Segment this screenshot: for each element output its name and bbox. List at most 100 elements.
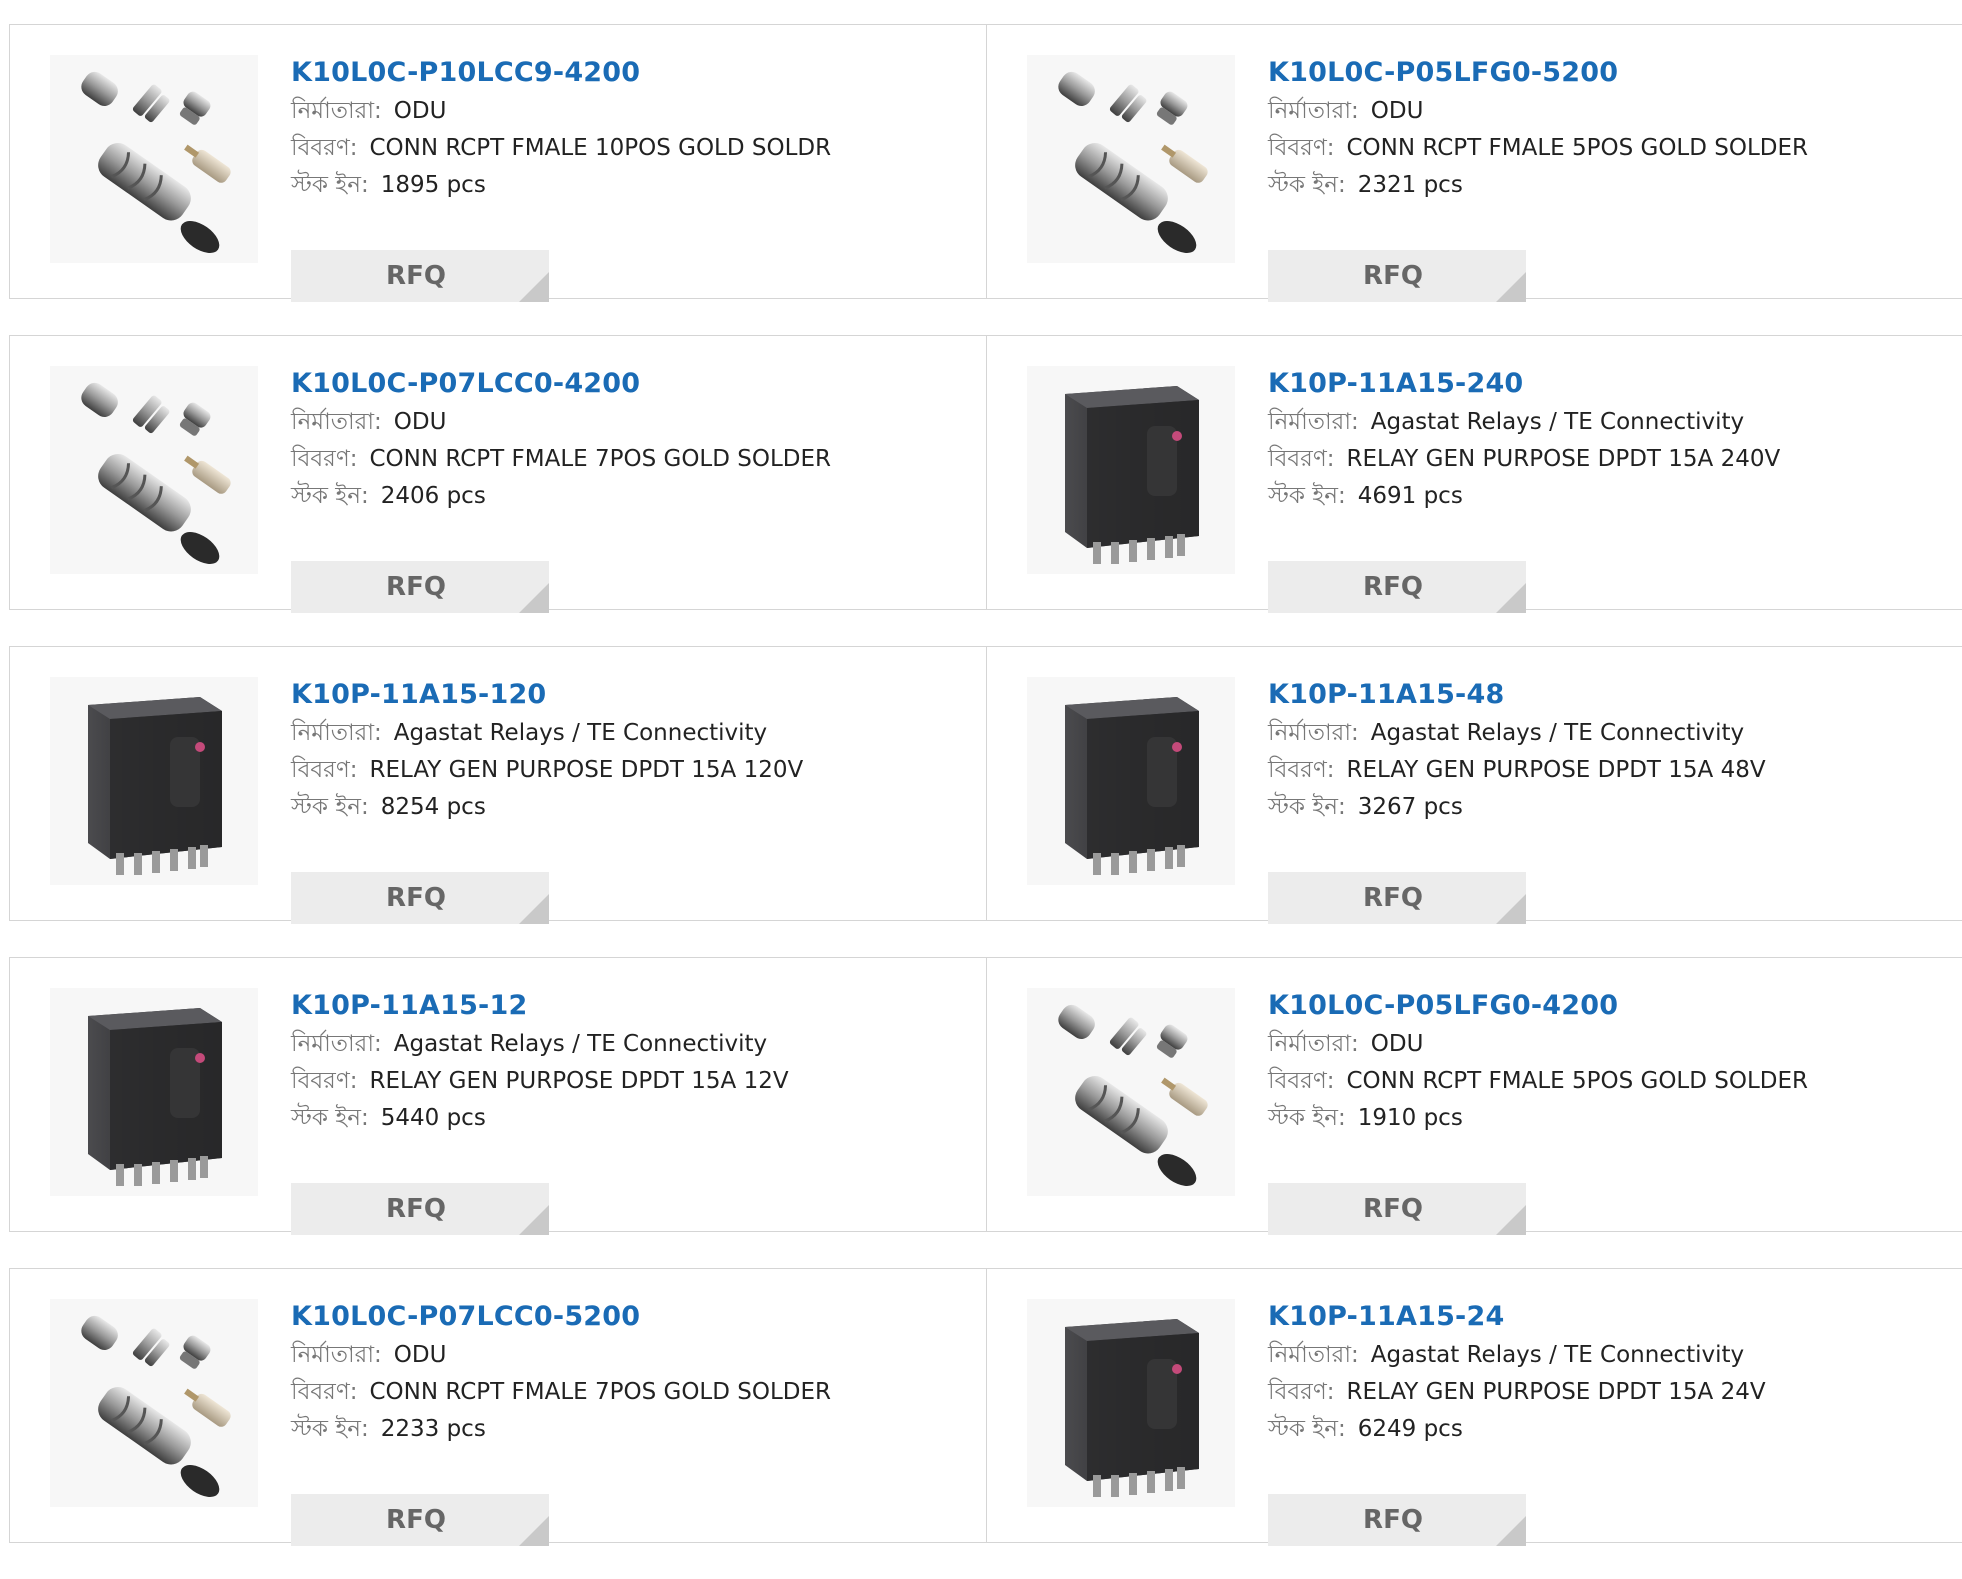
rfq-label: RFQ xyxy=(386,883,446,913)
rfq-button[interactable]: RFQ xyxy=(1268,1183,1526,1235)
rfq-label: RFQ xyxy=(386,1505,446,1535)
stock-label: স্টক ইন: xyxy=(291,794,369,820)
product-image[interactable] xyxy=(50,366,258,574)
stock-value: 6249 pcs xyxy=(1357,1416,1463,1442)
product-card: K10P-11A15-120 নির্মাতারা: Agastat Relays… xyxy=(10,647,986,924)
part-number-link[interactable]: K10L0C-P05LFG0-5200 xyxy=(1268,53,1808,93)
manufacturer-label: নির্মাতারা: xyxy=(291,720,382,746)
product-card: K10L0C-P10LCC9-4200 নির্মাতারা: ODU বিবরণ… xyxy=(10,25,986,302)
description-label: বিবরণ: xyxy=(291,135,358,161)
rfq-button[interactable]: RFQ xyxy=(291,872,549,924)
description-value: CONN RCPT FMALE 5POS GOLD SOLDER xyxy=(1346,1068,1809,1094)
connector-kit-product-icon xyxy=(1058,1004,1208,1186)
corner-triangle-icon xyxy=(519,272,549,302)
description-value: RELAY GEN PURPOSE DPDT 15A 12V xyxy=(369,1068,789,1094)
manufacturer-label: নির্মাতারা: xyxy=(291,1342,382,1368)
stock-row: স্টক ইন: 1895 pcs xyxy=(291,167,831,204)
manufacturer-row: নির্মাতারা: Agastat Relays / TE Connectiv… xyxy=(1268,404,1780,441)
description-label: বিবরণ: xyxy=(291,1379,358,1405)
corner-triangle-icon xyxy=(519,1205,549,1235)
rfq-button[interactable]: RFQ xyxy=(291,1494,549,1546)
manufacturer-row: নির্মাতারা: Agastat Relays / TE Connectiv… xyxy=(291,715,803,752)
stock-value: 1910 pcs xyxy=(1357,1105,1463,1131)
rfq-label: RFQ xyxy=(386,261,446,291)
product-image[interactable] xyxy=(1027,55,1235,263)
description-label: বিবরণ: xyxy=(1268,757,1335,783)
part-number-link[interactable]: K10P-11A15-12 xyxy=(291,986,789,1026)
manufacturer-label: নির্মাতারা: xyxy=(291,409,382,435)
part-number-link[interactable]: K10L0C-P07LCC0-5200 xyxy=(291,1297,831,1337)
product-grid: K10L0C-P10LCC9-4200 নির্মাতারা: ODU বিবরণ… xyxy=(9,24,1962,1579)
description-row: বিবরণ: CONN RCPT FMALE 7POS GOLD SOLDER xyxy=(291,441,831,478)
product-info: K10L0C-P05LFG0-4200 নির্মাতারা: ODU বিবরণ… xyxy=(1268,986,1808,1235)
stock-row: স্টক ইন: 8254 pcs xyxy=(291,789,803,826)
stock-label: স্টক ইন: xyxy=(291,483,369,509)
product-card: K10L0C-P05LFG0-5200 নির্মাতারা: ODU বিবরণ… xyxy=(986,25,1962,302)
stock-row: স্টক ইন: 4691 pcs xyxy=(1268,478,1780,515)
product-row: K10P-11A15-120 নির্মাতারা: Agastat Relays… xyxy=(9,646,1962,924)
description-value: CONN RCPT FMALE 5POS GOLD SOLDER xyxy=(1346,135,1809,161)
stock-label: স্টক ইন: xyxy=(1268,172,1346,198)
description-row: বিবরণ: CONN RCPT FMALE 5POS GOLD SOLDER xyxy=(1268,1063,1808,1100)
stock-value: 4691 pcs xyxy=(1357,483,1463,509)
rfq-button[interactable]: RFQ xyxy=(1268,872,1526,924)
part-number-link[interactable]: K10P-11A15-120 xyxy=(291,675,803,715)
description-row: বিবরণ: RELAY GEN PURPOSE DPDT 15A 48V xyxy=(1268,752,1766,789)
product-image[interactable] xyxy=(1027,677,1235,885)
manufacturer-value: ODU xyxy=(393,409,447,435)
stock-label: স্টক ইন: xyxy=(291,172,369,198)
manufacturer-value: Agastat Relays / TE Connectivity xyxy=(393,1031,768,1057)
corner-triangle-icon xyxy=(1496,1205,1526,1235)
connector-kit-product-icon xyxy=(81,382,231,564)
part-number-link[interactable]: K10P-11A15-24 xyxy=(1268,1297,1766,1337)
product-row: K10P-11A15-12 নির্মাতারা: Agastat Relays … xyxy=(9,957,1962,1235)
product-info: K10L0C-P10LCC9-4200 নির্মাতারা: ODU বিবরণ… xyxy=(291,53,831,302)
rfq-button[interactable]: RFQ xyxy=(291,1183,549,1235)
manufacturer-row: নির্মাতারা: ODU xyxy=(291,1337,831,1374)
product-image[interactable] xyxy=(50,677,258,885)
part-number-link[interactable]: K10P-11A15-48 xyxy=(1268,675,1766,715)
rfq-label: RFQ xyxy=(1363,883,1423,913)
product-image[interactable] xyxy=(1027,366,1235,574)
manufacturer-value: ODU xyxy=(393,98,447,124)
stock-label: স্টক ইন: xyxy=(1268,483,1346,509)
manufacturer-label: নির্মাতারা: xyxy=(291,1031,382,1057)
relay-product-icon xyxy=(1065,1319,1199,1497)
part-number-link[interactable]: K10P-11A15-240 xyxy=(1268,364,1780,404)
manufacturer-row: নির্মাতারা: ODU xyxy=(291,93,831,130)
connector-kit-product-icon xyxy=(81,1315,231,1497)
stock-row: স্টক ইন: 2406 pcs xyxy=(291,478,831,515)
description-label: বিবরণ: xyxy=(291,446,358,472)
part-number-link[interactable]: K10L0C-P05LFG0-4200 xyxy=(1268,986,1808,1026)
manufacturer-row: নির্মাতারা: Agastat Relays / TE Connectiv… xyxy=(291,1026,789,1063)
product-card: K10L0C-P07LCC0-4200 নির্মাতারা: ODU বিবরণ… xyxy=(10,336,986,613)
description-label: বিবরণ: xyxy=(1268,1068,1335,1094)
description-row: বিবরণ: RELAY GEN PURPOSE DPDT 15A 240V xyxy=(1268,441,1780,478)
part-number-link[interactable]: K10L0C-P10LCC9-4200 xyxy=(291,53,831,93)
stock-label: স্টক ইন: xyxy=(291,1105,369,1131)
product-image[interactable] xyxy=(50,1299,258,1507)
rfq-button[interactable]: RFQ xyxy=(1268,561,1526,613)
stock-value: 2406 pcs xyxy=(380,483,486,509)
stock-value: 1895 pcs xyxy=(380,172,486,198)
stock-value: 2233 pcs xyxy=(380,1416,486,1442)
product-image[interactable] xyxy=(50,55,258,263)
description-row: বিবরণ: CONN RCPT FMALE 10POS GOLD SOLDR xyxy=(291,130,831,167)
product-card: K10P-11A15-240 নির্মাতারা: Agastat Relays… xyxy=(986,336,1962,613)
part-number-link[interactable]: K10L0C-P07LCC0-4200 xyxy=(291,364,831,404)
stock-row: স্টক ইন: 5440 pcs xyxy=(291,1100,789,1137)
stock-label: স্টক ইন: xyxy=(1268,794,1346,820)
product-image[interactable] xyxy=(1027,1299,1235,1507)
rfq-button[interactable]: RFQ xyxy=(1268,1494,1526,1546)
manufacturer-label: নির্মাতারা: xyxy=(1268,720,1359,746)
description-label: বিবরণ: xyxy=(1268,446,1335,472)
stock-label: স্টক ইন: xyxy=(1268,1105,1346,1131)
rfq-button[interactable]: RFQ xyxy=(1268,250,1526,302)
product-image[interactable] xyxy=(1027,988,1235,1196)
corner-triangle-icon xyxy=(1496,1516,1526,1546)
product-image[interactable] xyxy=(50,988,258,1196)
manufacturer-label: নির্মাতারা: xyxy=(1268,98,1359,124)
product-row: K10L0C-P10LCC9-4200 নির্মাতারা: ODU বিবরণ… xyxy=(9,24,1962,302)
rfq-button[interactable]: RFQ xyxy=(291,250,549,302)
rfq-button[interactable]: RFQ xyxy=(291,561,549,613)
